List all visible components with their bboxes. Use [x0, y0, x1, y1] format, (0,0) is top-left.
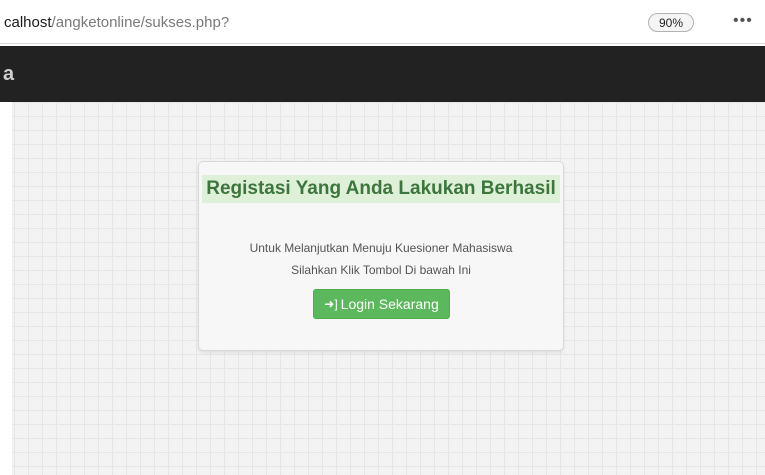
login-button[interactable]: ➜] Login Sekarang — [313, 289, 450, 319]
card-title: Registasi Yang Anda Lakukan Berhasil — [199, 175, 563, 203]
zoom-level-badge[interactable]: 90% — [648, 13, 694, 32]
success-message: Registasi Yang Anda Lakukan Berhasil — [202, 175, 560, 203]
more-icon[interactable]: ••• — [733, 12, 753, 30]
sign-in-icon: ➜] — [324, 297, 338, 311]
url-path: /angketonline/sukses.php? — [51, 14, 230, 31]
instruction-line-2: Silahkan Klik Tombol Di bawah Ini — [291, 263, 471, 277]
instruction-line-1: Untuk Melanjutkan Menuju Kuesioner Mahas… — [249, 241, 513, 255]
success-card: Registasi Yang Anda Lakukan Berhasil Unt… — [198, 161, 564, 351]
navbar-brand[interactable]: a — [3, 63, 14, 86]
login-button-label: Login Sekarang — [340, 296, 439, 312]
browser-address-bar: calhost/angketonline/sukses.php? 90% ••• — [0, 0, 765, 44]
url-host: calhost — [4, 14, 52, 31]
url-field[interactable]: calhost/angketonline/sukses.php? — [4, 14, 229, 31]
left-gutter — [0, 102, 12, 475]
top-navbar: a — [0, 46, 765, 102]
